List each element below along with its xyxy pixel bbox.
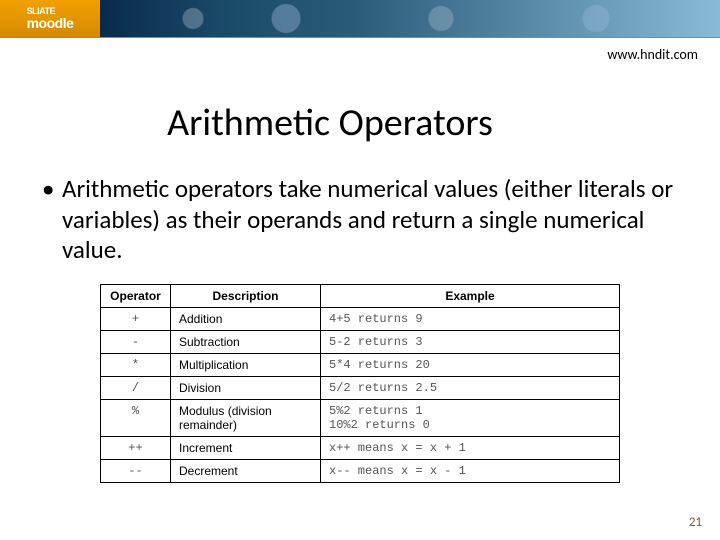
cell-description: Addition	[171, 307, 321, 330]
cell-example: 5%2 returns 1 10%2 returns 0	[321, 399, 620, 436]
banner-image-strip	[100, 0, 720, 37]
cell-operator: --	[101, 459, 171, 482]
table-row: ++Incrementx++ means x = x + 1	[101, 436, 620, 459]
cell-example: 5-2 returns 3	[321, 330, 620, 353]
bullet-text: Arithmetic operators take numerical valu…	[62, 174, 680, 266]
cell-description: Modulus (division remainder)	[171, 399, 321, 436]
slide-title: Arithmetic Operators	[0, 100, 720, 146]
cell-operator: -	[101, 330, 171, 353]
table-row: +Addition4+5 returns 9	[101, 307, 620, 330]
cell-description: Division	[171, 376, 321, 399]
cell-operator: ++	[101, 436, 171, 459]
slide-number: 21	[689, 515, 702, 530]
cell-description: Decrement	[171, 459, 321, 482]
top-banner: SLIATE moodle	[0, 0, 720, 38]
table-row: -Subtraction5-2 returns 3	[101, 330, 620, 353]
cell-example: 5*4 returns 20	[321, 353, 620, 376]
cell-example: x-- means x = x - 1	[321, 459, 620, 482]
cell-description: Multiplication	[171, 353, 321, 376]
table-row: *Multiplication5*4 returns 20	[101, 353, 620, 376]
cell-example: 4+5 returns 9	[321, 307, 620, 330]
cell-operator: /	[101, 376, 171, 399]
bullet-list: • Arithmetic operators take numerical va…	[40, 174, 680, 266]
cell-operator: *	[101, 353, 171, 376]
brand-text-bottom: moodle	[27, 16, 74, 30]
brand-logo: SLIATE moodle	[0, 0, 100, 37]
cell-operator: %	[101, 399, 171, 436]
operators-table: Operator Description Example +Addition4+…	[100, 284, 620, 483]
table-row: /Division5/2 returns 2.5	[101, 376, 620, 399]
col-example: Example	[321, 284, 620, 307]
col-operator: Operator	[101, 284, 171, 307]
cell-description: Subtraction	[171, 330, 321, 353]
table-row: %Modulus (division remainder)5%2 returns…	[101, 399, 620, 436]
table-row: --Decrementx-- means x = x - 1	[101, 459, 620, 482]
cell-operator: +	[101, 307, 171, 330]
cell-example: 5/2 returns 2.5	[321, 376, 620, 399]
table-header-row: Operator Description Example	[101, 284, 620, 307]
cell-example: x++ means x = x + 1	[321, 436, 620, 459]
cell-description: Increment	[171, 436, 321, 459]
site-url: www.hndit.com	[607, 46, 698, 63]
bullet-dot: •	[40, 174, 62, 266]
operators-table-container: Operator Description Example +Addition4+…	[100, 284, 620, 483]
bullet-item: • Arithmetic operators take numerical va…	[40, 174, 680, 266]
col-description: Description	[171, 284, 321, 307]
